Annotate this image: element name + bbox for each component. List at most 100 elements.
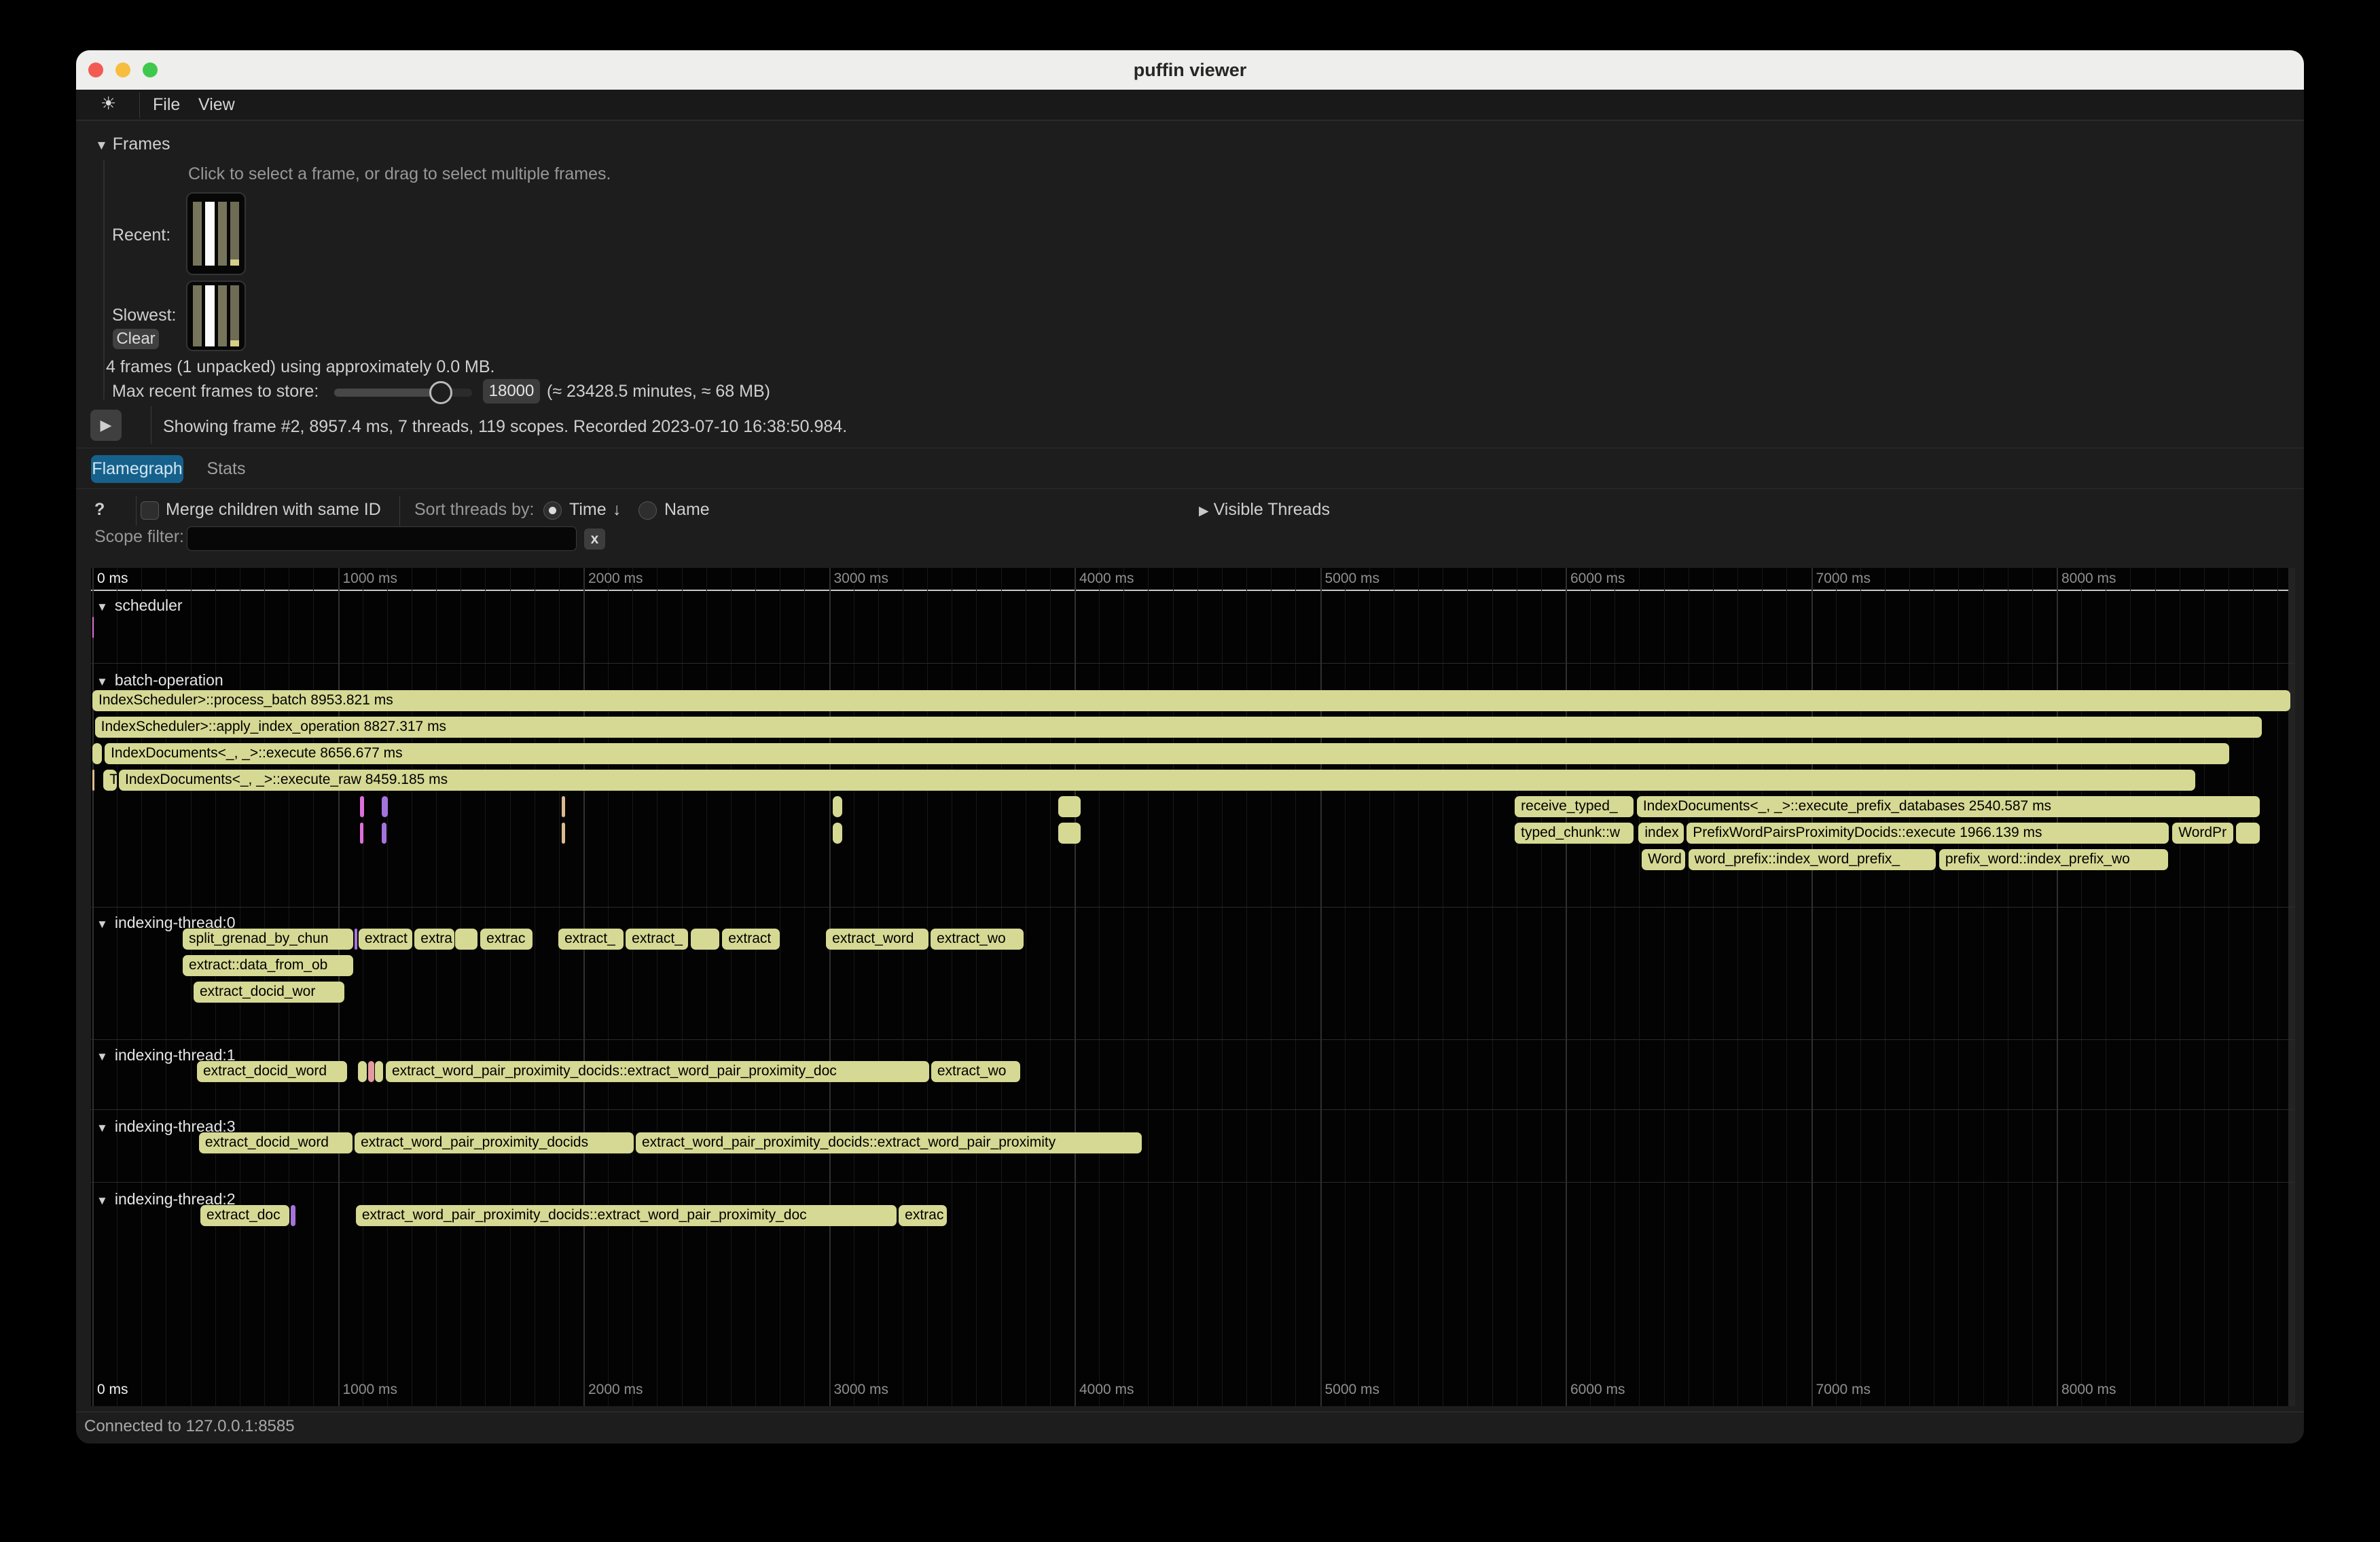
flame-scope-bar[interactable] [455, 929, 477, 950]
ruler-line [91, 590, 2295, 591]
flame-scope-bar[interactable]: extract [359, 929, 412, 950]
collapse-triangle-icon: ▼ [96, 918, 108, 931]
axis-tick-label: 6000 ms [1570, 1382, 1625, 1398]
tab-stats[interactable]: Stats [204, 455, 249, 483]
flame-scope-bar[interactable]: index [1638, 823, 1684, 844]
flame-scope-bar[interactable]: extract_word_pair_proximity_docids::extr… [636, 1132, 1142, 1153]
flame-scope-bar[interactable]: extra [414, 929, 454, 950]
flame-scope-bar[interactable]: extract_wo [931, 929, 1023, 950]
flame-scope-bar[interactable]: typed_chunk::w [1515, 823, 1634, 844]
flame-scope-bar[interactable]: split_grenad_by_chun [183, 929, 353, 950]
flame-scope-bar[interactable]: Word [1642, 849, 1685, 870]
flame-scope-bar[interactable] [291, 1205, 295, 1226]
flame-scope-bar[interactable]: IndexScheduler>::apply_index_operation 8… [95, 717, 2262, 738]
frame-preview-bar[interactable] [230, 202, 239, 266]
frame-preview-bar[interactable] [218, 202, 227, 266]
merge-children-checkbox[interactable] [141, 501, 159, 520]
recent-frames-thumbnail[interactable] [186, 192, 246, 275]
help-button[interactable]: ? [94, 500, 105, 520]
flame-scope-bar[interactable]: extract [722, 929, 780, 950]
flame-scope-bar[interactable] [833, 823, 842, 844]
flame-scope-bar[interactable]: extrac [899, 1205, 947, 1226]
play-button[interactable]: ▶ [90, 410, 122, 441]
axis-tick-label: 5000 ms [1325, 571, 1380, 587]
menu-file[interactable]: File [153, 95, 180, 115]
flame-scope-bar[interactable] [382, 823, 386, 844]
flame-scope-bar[interactable] [360, 823, 363, 844]
scope-filter-input[interactable] [187, 526, 577, 551]
flame-scope-bar[interactable] [1058, 796, 1081, 817]
flame-scope-bar[interactable] [92, 770, 94, 791]
flame-scope-bar[interactable] [92, 617, 94, 638]
flame-scope-bar[interactable]: extract_doc [200, 1205, 289, 1226]
statusbar-text: Connected to 127.0.0.1:8585 [84, 1417, 295, 1436]
flame-scope-bar[interactable]: extract_docid_wor [194, 982, 344, 1003]
theme-toggle-sun-icon[interactable]: ☀ [101, 94, 116, 114]
play-icon: ▶ [101, 416, 112, 433]
sort-by-name-radio[interactable] [638, 501, 657, 520]
flame-scope-bar[interactable] [562, 823, 565, 844]
frame-preview-bar[interactable] [230, 285, 239, 346]
frame-preview-bar[interactable] [193, 285, 202, 346]
thread-section-toggle[interactable]: ▼batch-operation [96, 671, 223, 689]
flame-scope-bar[interactable]: prefix_word::index_prefix_wo [1939, 849, 2168, 870]
flame-scope-bar[interactable]: extract_ [558, 929, 624, 950]
flame-scope-bar[interactable]: IndexDocuments<_, _>::execute_prefix_dat… [1637, 796, 2260, 817]
flame-scope-bar[interactable]: extract_word [826, 929, 928, 950]
flame-scope-bar[interactable] [355, 929, 357, 950]
scope-filter-clear-button[interactable]: x [584, 528, 605, 550]
flame-scope-bar[interactable]: extrac [480, 929, 532, 950]
frame-info-text: Showing frame #2, 8957.4 ms, 7 threads, … [163, 417, 847, 437]
slowest-frames-label: Slowest: [112, 306, 176, 325]
max-frames-slider-knob[interactable] [429, 381, 452, 404]
flame-scope-bar[interactable]: IndexDocuments<_, _>::execute_raw 8459.1… [119, 770, 2195, 791]
axis-tick-label: 2000 ms [588, 1382, 643, 1398]
frame-preview-bar[interactable] [205, 285, 214, 346]
axis-tick-label: 4000 ms [1079, 1382, 1134, 1398]
flame-scope-bar[interactable]: extract_docid_word [199, 1132, 353, 1153]
flame-scope-bar[interactable]: PrefixWordPairsProximityDocids::execute … [1687, 823, 2169, 844]
max-frames-label: Max recent frames to store: [112, 382, 319, 401]
flame-scope-bar[interactable]: Trans [103, 770, 117, 791]
flame-scope-bar[interactable] [358, 1061, 367, 1082]
flame-scope-bar[interactable] [375, 1061, 382, 1082]
flame-scope-bar[interactable] [691, 929, 719, 950]
title-bar[interactable]: puffin viewer [76, 50, 2304, 90]
frame-preview-notch [230, 259, 239, 266]
flame-scope-bar[interactable] [2236, 823, 2259, 844]
flame-scope-bar[interactable] [360, 796, 364, 817]
flame-scope-bar[interactable]: receive_typed_ [1515, 796, 1634, 817]
flame-scope-bar[interactable]: extract_word_pair_proximity_docids::extr… [356, 1205, 897, 1226]
flame-scope-bar[interactable]: extract_ [626, 929, 688, 950]
clear-button[interactable]: Clear [113, 329, 159, 349]
max-frames-value-box[interactable]: 18000 [483, 379, 540, 404]
flame-scope-bar[interactable] [562, 796, 565, 817]
collapse-triangle-icon: ▼ [96, 675, 108, 688]
flame-scope-bar[interactable]: IndexDocuments<_, _>::execute 8656.677 m… [105, 743, 2229, 764]
flame-scope-bar[interactable]: extract::data_from_ob [183, 955, 353, 976]
tab-flamegraph[interactable]: Flamegraph [91, 455, 183, 483]
frame-preview-bar[interactable] [205, 202, 214, 266]
frame-preview-bar[interactable] [193, 202, 202, 266]
frame-preview-bar[interactable] [218, 285, 227, 346]
flame-scope-bar[interactable] [833, 796, 842, 817]
slowest-frames-thumbnail[interactable] [186, 281, 246, 351]
flame-scope-bar[interactable] [382, 796, 388, 817]
flamegraph-canvas[interactable]: 0 ms1000 ms2000 ms3000 ms4000 ms5000 ms6… [91, 568, 2295, 1406]
flame-scope-bar[interactable]: WordPr [2172, 823, 2233, 844]
frames-section-toggle[interactable]: ▼ Frames [95, 135, 170, 154]
flame-scope-bar[interactable]: extract_word_pair_proximity_docids [355, 1132, 634, 1153]
flame-scope-bar[interactable]: extract_docid_word [197, 1061, 347, 1082]
thread-name: scheduler [115, 596, 183, 614]
flame-scope-bar[interactable] [1058, 823, 1081, 844]
flame-scope-bar[interactable] [368, 1061, 374, 1082]
visible-threads-toggle[interactable]: ▶ Visible Threads [1199, 500, 1330, 520]
flame-scope-bar[interactable]: extract_wo [931, 1061, 1020, 1082]
sort-by-time-radio[interactable] [543, 501, 562, 520]
menu-view[interactable]: View [198, 95, 235, 115]
flame-scope-bar[interactable] [92, 743, 102, 764]
thread-section-toggle[interactable]: ▼scheduler [96, 596, 183, 615]
flame-scope-bar[interactable]: word_prefix::index_word_prefix_ [1689, 849, 1936, 870]
flame-scope-bar[interactable]: extract_word_pair_proximity_docids::extr… [386, 1061, 929, 1082]
flame-scope-bar[interactable]: IndexScheduler>::process_batch 8953.821 … [92, 690, 2290, 711]
